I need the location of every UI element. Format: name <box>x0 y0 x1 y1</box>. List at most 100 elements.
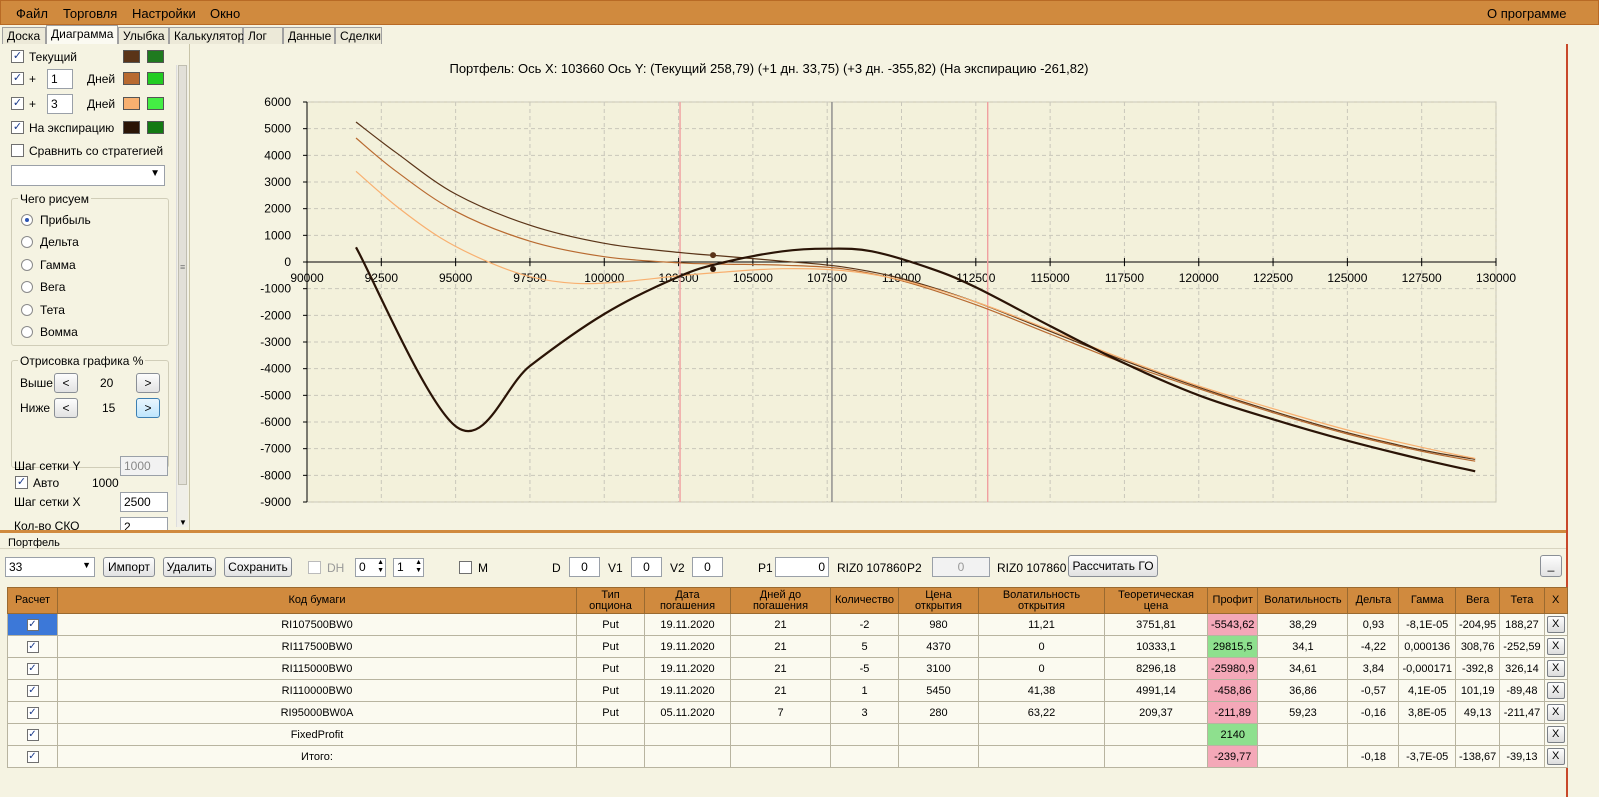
left-panel-scrollbar[interactable]: ▼ <box>176 65 188 527</box>
row-checkbox[interactable]: ✓ <box>26 663 39 675</box>
column-header[interactable]: Волатильность открытия <box>978 587 1105 614</box>
column-header[interactable]: Расчет <box>7 587 58 614</box>
plus1-color-swatch[interactable] <box>123 72 140 85</box>
d-input[interactable]: 0 <box>569 557 600 577</box>
menu-file[interactable]: Файл <box>16 6 48 21</box>
plus3-color-swatch[interactable] <box>123 97 140 110</box>
column-header[interactable]: Код бумаги <box>57 587 577 614</box>
calc-go-button[interactable]: Рассчитать ГО <box>1068 555 1158 577</box>
strategy-dropdown[interactable]: ▼ <box>11 165 165 186</box>
spin-arrows-icon[interactable]: ▲ ▼ <box>377 559 384 575</box>
sko-input[interactable]: 2 <box>120 517 168 530</box>
column-header[interactable]: Профит <box>1206 587 1259 614</box>
delete-row-button[interactable]: X <box>1546 704 1565 721</box>
v2-input[interactable]: 0 <box>692 557 723 577</box>
radio-vomma[interactable] <box>21 326 33 338</box>
radio-delta[interactable] <box>21 236 33 248</box>
column-header[interactable]: X <box>1543 587 1568 614</box>
minimize-grid-button[interactable]: _ <box>1540 555 1562 577</box>
save-button[interactable]: Сохранить <box>224 557 292 577</box>
delete-row-button[interactable]: X <box>1546 638 1565 655</box>
column-header[interactable]: Дней до погашения <box>730 587 831 614</box>
tab-data[interactable]: Данные <box>283 27 335 44</box>
plus3-checkbox[interactable]: ✓ <box>11 97 24 110</box>
calc-cell[interactable]: ✓ <box>7 657 58 680</box>
column-header[interactable]: Тип опциона <box>576 587 645 614</box>
above-decrease-button[interactable]: < <box>54 373 78 393</box>
table-row[interactable]: ✓ RI95000BW0A Put 05.11.2020 7 3 280 63,22 209,3… <box>7 701 1568 724</box>
row-checkbox[interactable]: ✓ <box>26 685 39 697</box>
radio-theta[interactable] <box>21 304 33 316</box>
tab-diagram[interactable]: Диаграмма <box>46 25 118 45</box>
calc-cell[interactable]: ✓ <box>7 679 58 702</box>
column-header[interactable]: Количество <box>830 587 899 614</box>
delete-row-button[interactable]: X <box>1546 616 1565 633</box>
m-checkbox[interactable] <box>459 561 472 574</box>
table-row[interactable]: ✓ RI115000BW0 Put 19.11.2020 21 -5 3100 0 8296,1… <box>7 657 1568 680</box>
table-row[interactable]: ✓ Итого: -239,77 -0,18 -3,7E-05 -138,67 -39,13… <box>7 745 1568 768</box>
column-header[interactable]: Теоретическая цена <box>1104 587 1208 614</box>
current-color-swatch[interactable] <box>123 50 140 63</box>
delete-row-button[interactable]: X <box>1546 726 1565 743</box>
tab-smile[interactable]: Улыбка <box>118 27 169 44</box>
menu-about[interactable]: О программе <box>1487 6 1567 21</box>
plus3-base-color-swatch[interactable] <box>147 97 164 110</box>
row-checkbox[interactable]: ✓ <box>26 707 39 719</box>
radio-vega[interactable] <box>21 281 33 293</box>
expiry-base-color-swatch[interactable] <box>147 121 164 134</box>
row-checkbox[interactable]: ✓ <box>26 751 39 763</box>
tab-calculator[interactable]: Калькулятор <box>169 27 244 44</box>
calc-cell[interactable]: ✓ <box>7 701 58 724</box>
column-header[interactable]: Тета <box>1499 587 1545 614</box>
plus1-days-input[interactable]: 1 <box>47 69 73 89</box>
dh-checkbox[interactable] <box>308 561 321 574</box>
delete-row-button[interactable]: X <box>1546 660 1565 677</box>
import-button[interactable]: Импорт <box>103 557 155 577</box>
radio-gamma[interactable] <box>21 259 33 271</box>
scrollbar-thumb[interactable] <box>178 65 187 485</box>
current-checkbox[interactable]: ✓ <box>11 50 24 63</box>
table-row[interactable]: ✓ RI110000BW0 Put 19.11.2020 21 1 5450 41,38 499… <box>7 679 1568 702</box>
compare-checkbox[interactable] <box>11 144 24 157</box>
current-base-color-swatch[interactable] <box>147 50 164 63</box>
column-header[interactable]: Гамма <box>1398 587 1456 614</box>
column-header[interactable]: Дата погашения <box>644 587 731 614</box>
tab-deals[interactable]: Сделки <box>335 27 382 44</box>
above-increase-button[interactable]: > <box>136 373 160 393</box>
p2-input[interactable]: 0 <box>932 557 990 577</box>
row-checkbox[interactable]: ✓ <box>26 729 39 741</box>
calc-cell[interactable]: ✓ <box>7 745 58 768</box>
radio-profit[interactable] <box>21 214 33 226</box>
row-checkbox[interactable]: ✓ <box>26 619 39 631</box>
spin-arrows-icon[interactable]: ▲ ▼ <box>415 559 422 575</box>
portfolio-select[interactable]: 33 ▼ <box>5 557 95 577</box>
plus1-base-color-swatch[interactable] <box>147 72 164 85</box>
column-header[interactable]: Дельта <box>1347 587 1400 614</box>
below-increase-button[interactable]: > <box>136 398 160 418</box>
table-row[interactable]: ✓ RI107500BW0 Put 19.11.2020 21 -2 980 11,21 375… <box>7 613 1568 636</box>
below-decrease-button[interactable]: < <box>54 398 78 418</box>
menu-settings[interactable]: Настройки <box>132 6 196 21</box>
delete-row-button[interactable]: X <box>1546 748 1565 765</box>
dh-a-input[interactable]: 0 ▲ ▼ <box>355 558 386 577</box>
column-header[interactable]: Волатильность <box>1257 587 1349 614</box>
expiry-color-swatch[interactable] <box>123 121 140 134</box>
grid-x-input[interactable]: 2500 <box>120 492 168 512</box>
plus1-checkbox[interactable]: ✓ <box>11 72 24 85</box>
splitter-grip-icon[interactable]: ≡ <box>180 262 185 272</box>
v1-input[interactable]: 0 <box>631 557 662 577</box>
plus3-days-input[interactable]: 3 <box>47 94 73 114</box>
calc-cell[interactable]: ✓ <box>7 635 58 658</box>
delete-button[interactable]: Удалить <box>163 557 216 577</box>
auto-checkbox[interactable]: ✓ <box>15 476 28 489</box>
table-row[interactable]: ✓ FixedProfit 2140 X <box>7 723 1568 746</box>
menu-trading[interactable]: Торговля <box>63 6 117 21</box>
row-checkbox[interactable]: ✓ <box>26 641 39 653</box>
grid-y-input[interactable]: 1000 <box>120 456 168 476</box>
scroll-down-icon[interactable]: ▼ <box>179 518 187 527</box>
tab-board[interactable]: Доска <box>2 27 46 44</box>
calc-cell[interactable]: ✓ <box>7 723 58 746</box>
tab-log[interactable]: Лог <box>243 27 283 44</box>
column-header[interactable]: Вега <box>1454 587 1501 614</box>
menu-window[interactable]: Окно <box>210 6 240 21</box>
